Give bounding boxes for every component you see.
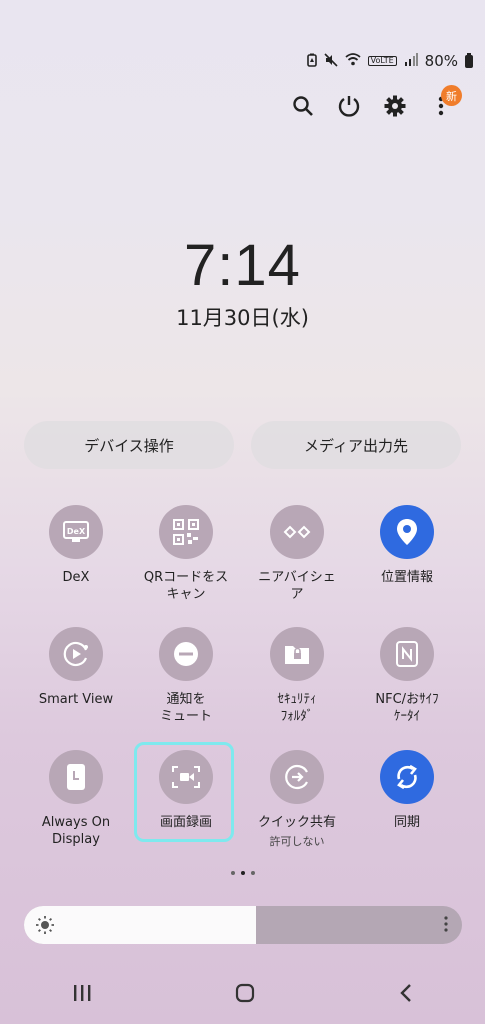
qr-code-icon[interactable] — [159, 505, 213, 559]
power-button[interactable] — [326, 88, 372, 124]
signal-icon — [404, 53, 418, 69]
volte-icon: VoLTE — [367, 56, 397, 66]
more-options-button[interactable]: 新 — [418, 85, 464, 124]
settings-button[interactable] — [372, 88, 418, 124]
tile-label: ｾｷｭﾘﾃｨ ﾌｫﾙﾀﾞ — [277, 692, 317, 724]
back-button[interactable] — [399, 983, 413, 1007]
secure-folder-icon[interactable] — [270, 627, 324, 681]
quick-share-icon[interactable] — [270, 750, 324, 804]
tile-location-pin[interactable]: 位置情報 — [352, 505, 462, 586]
search-icon — [293, 96, 313, 116]
search-button[interactable] — [280, 88, 326, 124]
mute-notifications-icon[interactable] — [159, 627, 213, 681]
nearby-share-icon[interactable] — [270, 505, 324, 559]
mute-icon — [324, 52, 338, 70]
tile-sync[interactable]: 同期 — [352, 750, 462, 831]
battery-saver-icon — [306, 53, 317, 70]
battery-icon — [465, 52, 473, 68]
status-bar: VoLTE 80% — [306, 52, 473, 70]
tile-mute-notifications[interactable]: 通知を ミュート — [131, 627, 241, 725]
tile-label: Smart View — [38, 692, 114, 707]
tile-sublabel: 許可しない — [269, 835, 325, 848]
media-output-button[interactable]: メディア出力先 — [251, 421, 461, 469]
new-badge: 新 — [441, 85, 462, 106]
page-dot — [250, 871, 255, 875]
smart-view-icon[interactable] — [49, 627, 103, 681]
tile-label: 同期 — [393, 815, 420, 830]
home-button[interactable] — [235, 983, 255, 1007]
sync-icon[interactable] — [380, 750, 434, 804]
back-icon — [400, 984, 411, 1002]
wifi-icon — [345, 53, 361, 69]
location-pin-icon[interactable] — [380, 505, 434, 559]
recents-icon — [73, 985, 91, 1001]
dex-icon[interactable]: DeX — [49, 505, 103, 559]
page-dot — [230, 871, 235, 875]
brightness-more-icon[interactable] — [444, 915, 448, 937]
recent-apps-button[interactable] — [72, 984, 92, 1006]
clock-date: 11月30日(水) — [176, 306, 309, 330]
tile-label: クイック共有 — [257, 815, 336, 830]
tile-secure-folder[interactable]: ｾｷｭﾘﾃｨ ﾌｫﾙﾀﾞ — [242, 627, 352, 725]
battery-percent: 80% — [424, 52, 458, 70]
power-icon — [338, 96, 360, 117]
selection-highlight — [134, 742, 234, 842]
brightness-slider[interactable] — [24, 906, 462, 944]
gear-icon — [384, 95, 406, 117]
tile-label: Always On Display — [41, 815, 111, 847]
tile-label: ニアバイシェ ア — [258, 570, 336, 602]
always-on-display-icon[interactable] — [49, 750, 103, 804]
brightness-fill — [24, 906, 257, 944]
tile-label: 通知を ミュート — [159, 692, 212, 724]
tile-label: DeX — [62, 570, 90, 585]
sun-icon — [35, 915, 55, 939]
quick-panel-actions: 新 — [280, 85, 464, 124]
tile-nearby-share[interactable]: ニアバイシェ ア — [242, 505, 352, 603]
clock-time: 7:14 — [184, 233, 301, 298]
home-icon — [236, 983, 255, 1003]
navigation-bar — [0, 972, 485, 1018]
tile-label: NFC/おｻｲﾌ ｹｰﾀｲ — [375, 692, 439, 724]
page-dot-current — [240, 871, 245, 875]
tile-smart-view[interactable]: Smart View — [21, 627, 131, 708]
tile-label: 位置情報 — [380, 570, 433, 585]
tile-quick-share[interactable]: クイック共有 許可しない — [242, 750, 352, 849]
tile-always-on-display[interactable]: Always On Display — [21, 750, 131, 848]
svg-text:DeX: DeX — [67, 527, 86, 536]
tile-qr-code[interactable]: QRコードをス キャン — [131, 505, 241, 603]
tile-dex[interactable]: DeX DeX — [21, 505, 131, 586]
tile-nfc[interactable]: NFC/おｻｲﾌ ｹｰﾀｲ — [352, 627, 462, 725]
page-indicator — [0, 871, 485, 875]
tile-label: QRコードをス キャン — [143, 570, 229, 602]
nfc-icon[interactable] — [380, 627, 434, 681]
device-control-button[interactable]: デバイス操作 — [24, 421, 234, 469]
